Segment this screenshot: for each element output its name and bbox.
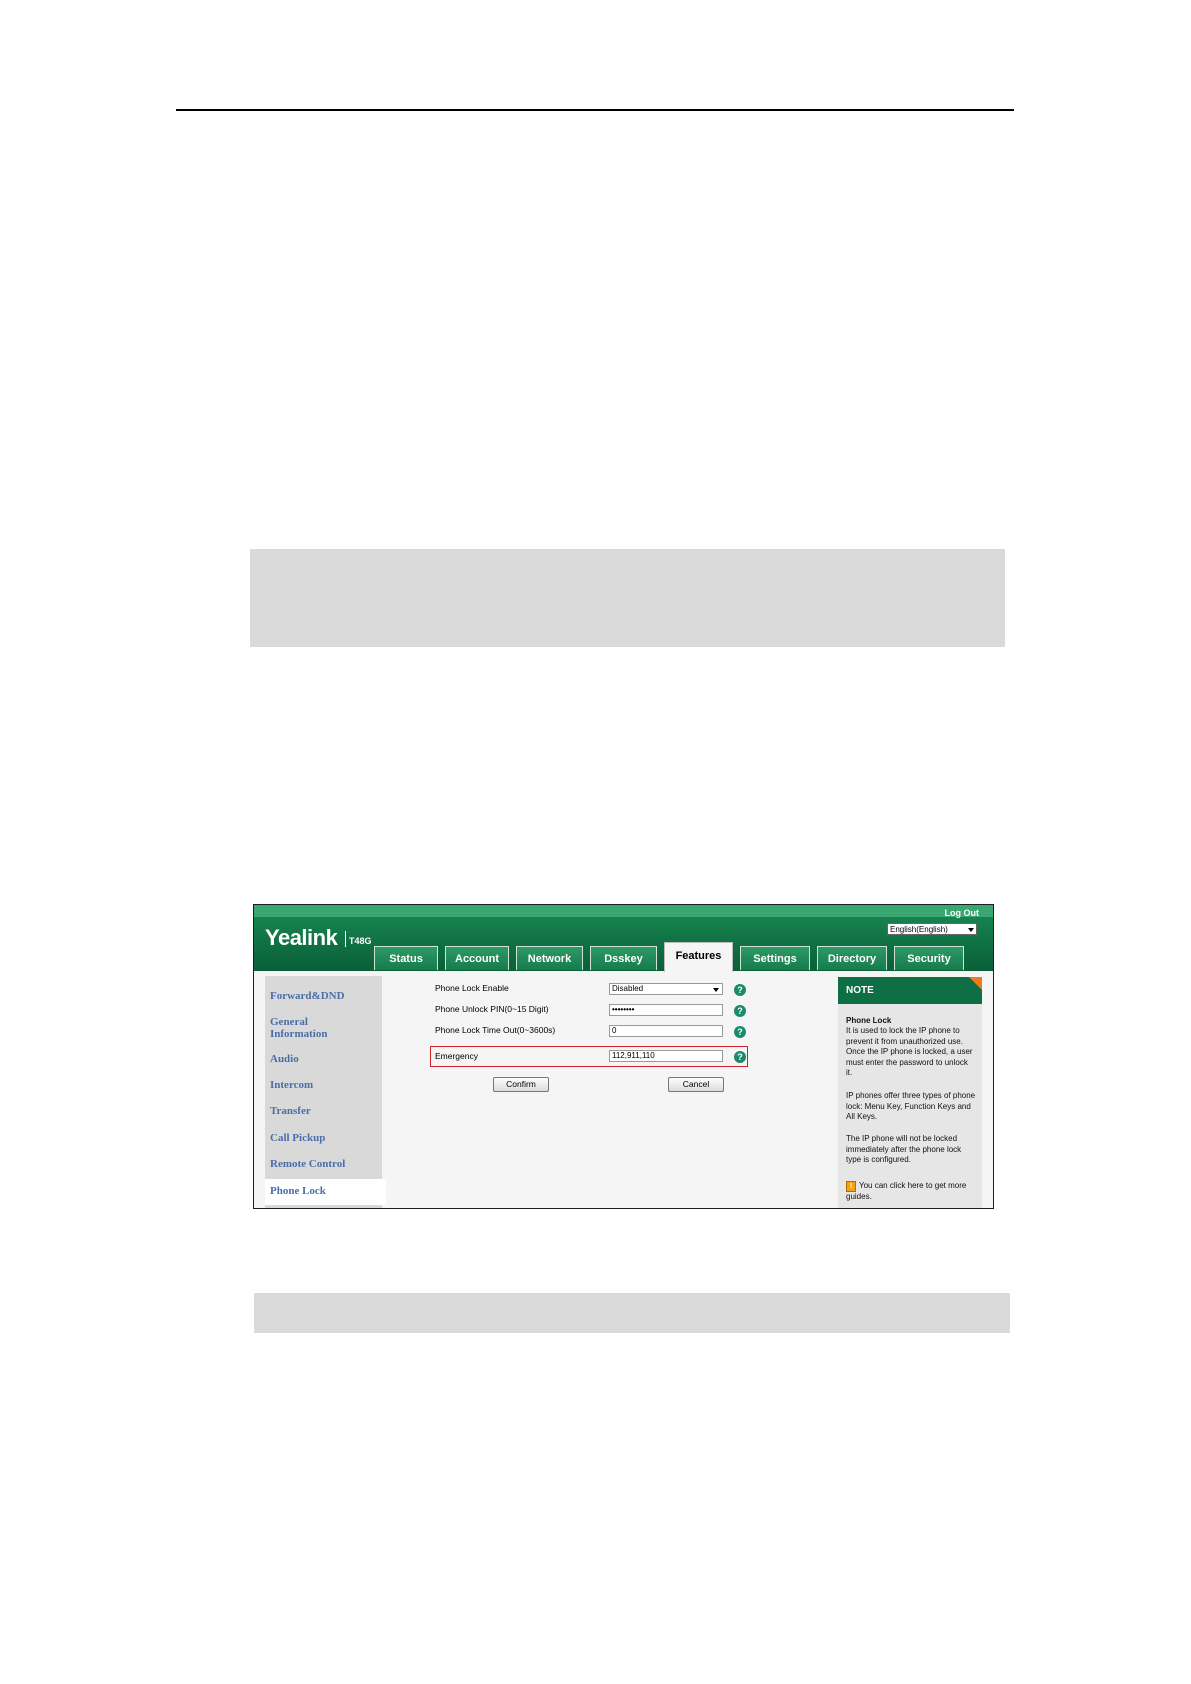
note-header: NOTE [838,977,982,1004]
language-select[interactable]: English(English) [887,923,977,935]
tab-directory[interactable]: Directory [817,946,887,970]
sidebar [265,976,382,1208]
phone-lock-enable-value: Disabled [612,984,644,993]
tab-account[interactable]: Account [445,946,509,970]
note-title: Phone Lock [846,1016,892,1025]
page-header-rule [176,109,1014,111]
note-guide-link[interactable]: ! You can click here to get more guides. [846,1181,976,1203]
phone-lock-enable-label: Phone Lock Enable [435,983,509,993]
guide-icon: ! [846,1181,856,1192]
yealink-web-ui-screenshot: Yealink T48G Log Out English(English) St… [253,904,994,1209]
sidebar-item-audio[interactable]: Audio [270,1053,299,1065]
yealink-logo: Yealink [265,925,338,950]
tab-security[interactable]: Security [894,946,964,970]
emergency-label: Emergency [435,1051,478,1061]
tab-features[interactable]: Features [664,942,733,972]
model-label: T48G [349,936,372,946]
note-paragraph-2: IP phones offer three types of phone loc… [846,1091,976,1121]
note-paragraph-1: It is used to lock the IP phone to preve… [846,1026,973,1077]
note-panel: NOTE Phone Lock It is used to lock the I… [838,977,982,1208]
tab-settings[interactable]: Settings [740,946,810,970]
sidebar-item-remote-control[interactable]: Remote Control [270,1158,345,1170]
note-paragraph-3: The IP phone will not be locked immediat… [846,1134,962,1164]
note-corner-fold [969,977,982,990]
help-icon[interactable]: ? [734,1051,746,1063]
top-bar-highlight [254,905,993,917]
sidebar-item-forward-dnd[interactable]: Forward&DND [270,990,345,1002]
chevron-down-icon [713,988,719,992]
sidebar-item-general-information[interactable]: General Information [270,1016,340,1040]
lock-timeout-field[interactable]: 0 [609,1025,723,1037]
lock-timeout-label: Phone Lock Time Out(0~3600s) [435,1025,556,1035]
logout-link[interactable]: Log Out [945,908,980,918]
sidebar-item-intercom[interactable]: Intercom [270,1079,313,1091]
sidebar-item-phone-lock[interactable]: Phone Lock [270,1185,326,1197]
help-icon[interactable]: ? [734,984,746,996]
emergency-field[interactable]: 112,911,110 [609,1050,723,1062]
help-icon[interactable]: ? [734,1026,746,1038]
confirm-button[interactable]: Confirm [493,1077,549,1092]
unlock-pin-label: Phone Unlock PIN(0~15 Digit) [435,1004,549,1014]
cancel-button[interactable]: Cancel [668,1077,724,1092]
language-value: English(English) [890,925,948,934]
note-band-bottom [254,1293,1010,1333]
note-band-top [250,549,1005,647]
tab-network[interactable]: Network [516,946,583,970]
sidebar-item-call-pickup[interactable]: Call Pickup [270,1132,325,1144]
sidebar-item-transfer[interactable]: Transfer [270,1105,311,1117]
help-icon[interactable]: ? [734,1005,746,1017]
tab-dsskey[interactable]: Dsskey [590,946,657,970]
unlock-pin-field[interactable]: •••••••• [609,1004,723,1016]
note-guide-text: You can click here to get more guides. [846,1181,967,1201]
tab-status[interactable]: Status [374,946,438,970]
phone-lock-enable-select[interactable]: Disabled [609,983,723,995]
logo-separator [345,931,346,947]
chevron-down-icon [968,928,974,932]
